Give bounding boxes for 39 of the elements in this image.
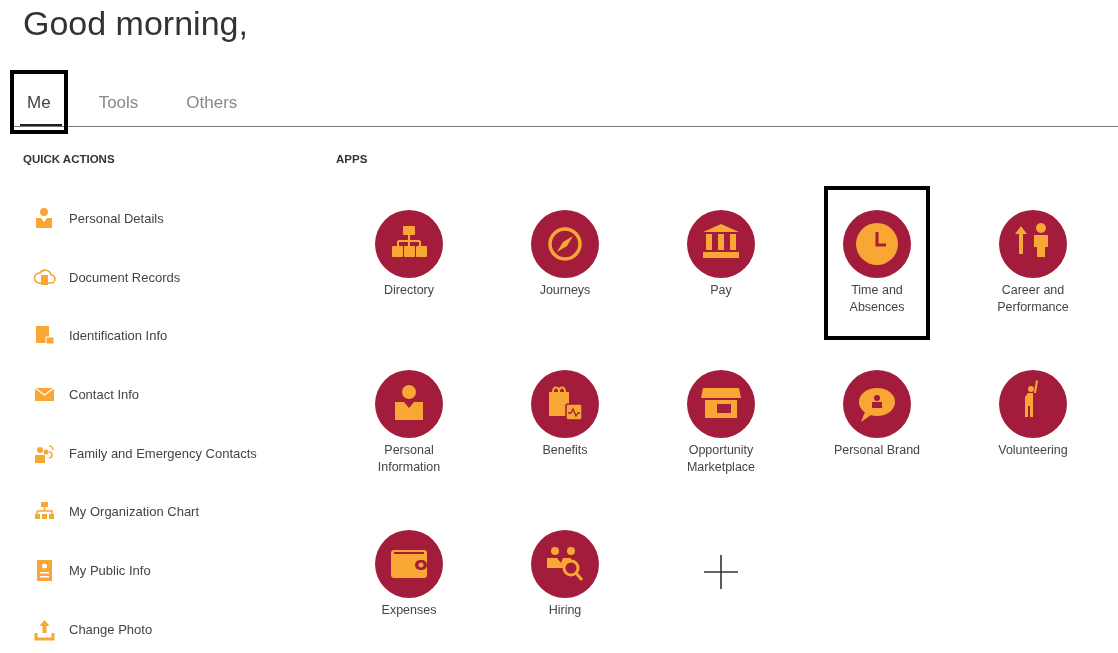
quick-action-link[interactable]: Personal Details [69, 210, 164, 226]
tab[interactable]: Me [10, 70, 68, 134]
app-tile[interactable]: Journeys [512, 186, 618, 323]
bank-icon [687, 210, 755, 278]
app-tile[interactable]: Pay [668, 186, 774, 323]
compass-icon [531, 210, 599, 278]
section-heading: APPS [335, 153, 369, 167]
store-icon [687, 370, 755, 438]
waving-person-icon [999, 370, 1067, 438]
app-tile[interactable]: Time and Absences [824, 186, 930, 340]
greeting-title: Good morning, [22, 3, 249, 44]
quick-action-link[interactable]: Family and Emergency Contacts [69, 445, 257, 461]
quick-action-link[interactable]: Document Records [69, 269, 181, 285]
app-tile[interactable]: Directory [356, 186, 462, 323]
app-tile[interactable]: Personal Brand [824, 346, 930, 483]
org-chart-icon [375, 210, 443, 278]
add-icon[interactable] [704, 555, 738, 589]
app-tile[interactable]: Career and Performance [980, 186, 1086, 340]
app-tile[interactable]: Personal Information [356, 346, 462, 500]
clock-icon [843, 210, 911, 278]
quick-action-link[interactable]: My Organization Chart [69, 504, 200, 520]
wallet-icon [375, 530, 443, 598]
people-search-icon [531, 530, 599, 598]
tab[interactable]: Others [169, 70, 255, 134]
app-tile[interactable]: Hiring [512, 506, 618, 643]
quick-action-link[interactable]: Identification Info [69, 328, 168, 344]
app-tile[interactable]: Volunteering [980, 346, 1086, 483]
section-heading: QUICK ACTIONS [23, 153, 116, 167]
quick-action-link[interactable]: Contact Info [69, 386, 140, 402]
quick-action-link[interactable]: My Public Info [69, 562, 151, 578]
person-icon [375, 370, 443, 438]
tab[interactable]: Tools [81, 70, 156, 134]
app-tile[interactable]: Benefits [512, 346, 618, 483]
arrow-person-icon [999, 210, 1067, 278]
app-tile[interactable]: Opportunity Marketplace [668, 346, 774, 500]
quick-action-link[interactable]: Change Photo [69, 621, 153, 637]
upload-icon [33, 617, 56, 641]
speech-bubble-icon [843, 370, 911, 438]
app-tile[interactable]: Expenses [356, 506, 462, 643]
